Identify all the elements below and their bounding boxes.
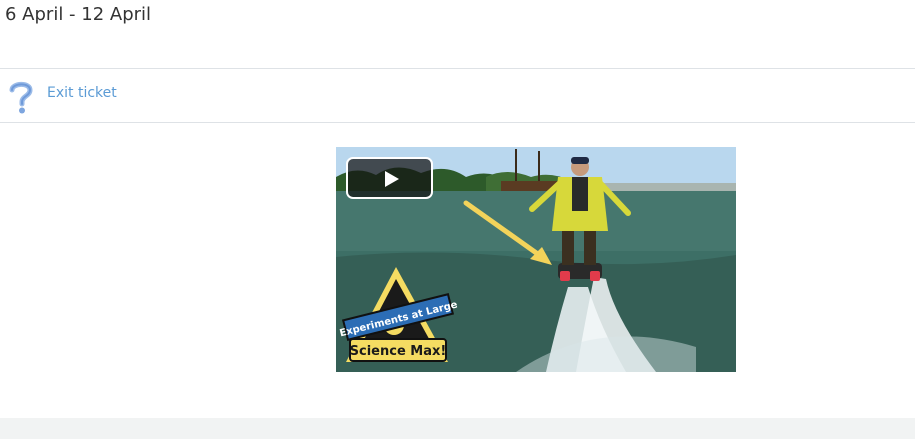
- course-section-page: 6 April - 12 April Exit ticket Experimen…: [0, 0, 915, 439]
- question-mark-icon: [9, 81, 33, 114]
- exit-ticket-link[interactable]: Exit ticket: [47, 85, 117, 101]
- play-icon: [385, 171, 399, 187]
- divider: [0, 122, 915, 123]
- section-title: 6 April - 12 April: [5, 4, 152, 25]
- play-button[interactable]: [346, 157, 433, 199]
- video-player[interactable]: Experiments at Large Science Max!: [336, 147, 736, 372]
- logo-text-science-max: Science Max!: [350, 344, 447, 359]
- footer-band: [0, 418, 915, 439]
- activity-row-exit-ticket[interactable]: Exit ticket: [0, 69, 915, 122]
